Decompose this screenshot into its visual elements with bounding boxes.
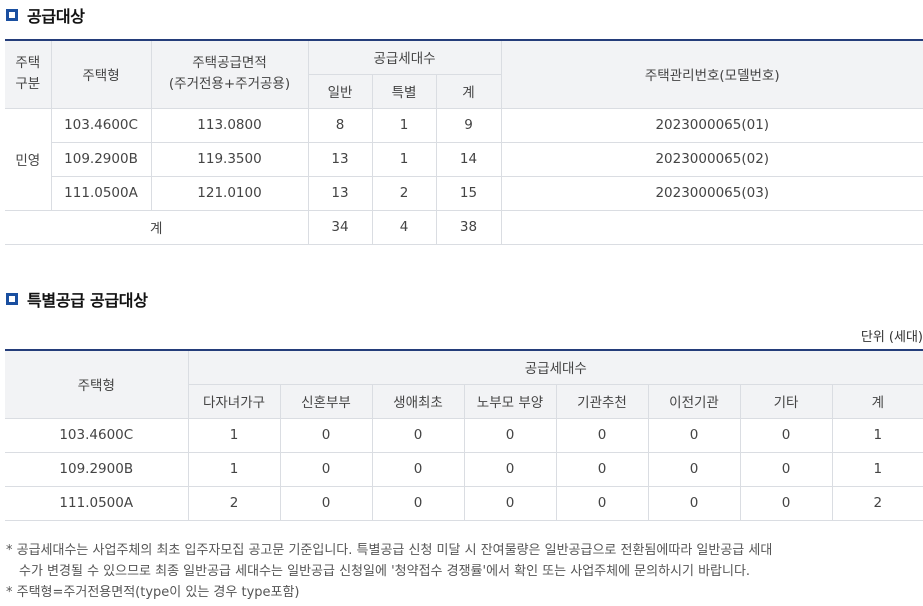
cell-management-number: 2023000065(02) xyxy=(500,141,923,177)
sum-label: 계 xyxy=(5,209,309,245)
table-row: 111.0500A 2 0 0 0 0 0 0 2 xyxy=(5,485,923,521)
cell-value: 1 xyxy=(187,417,281,453)
cell-value: 0 xyxy=(371,417,465,453)
header-type-group: 주택 구분 xyxy=(5,39,52,109)
cell-value: 0 xyxy=(371,485,465,521)
cell-value: 0 xyxy=(279,485,373,521)
cell-value: 0 xyxy=(463,485,557,521)
sum-general: 34 xyxy=(307,209,373,245)
cell-management-number: 2023000065(03) xyxy=(500,175,923,211)
cell-value: 0 xyxy=(739,485,833,521)
cell-value: 0 xyxy=(739,451,833,487)
special-supply-table: 주택형 공급세대수 다자녀가구 신혼부부 생애최초 노부모 부양 기관추천 이전… xyxy=(5,349,923,521)
section-title-special-supply: 특별공급 공급대상 xyxy=(6,288,148,310)
supply-target-table: 주택 구분 주택형 주택공급면적 (주거전용+주거공용) 공급세대수 주택관리번… xyxy=(5,39,923,245)
cell-value: 0 xyxy=(279,417,373,453)
footnotes: * 공급세대수는 사업주체의 최초 입주자모집 공고문 기준입니다. 특별공급 … xyxy=(6,540,918,603)
section-title-text: 공급대상 xyxy=(27,7,85,26)
group-label-private: 민영 xyxy=(5,107,52,211)
section-title-text: 특별공급 공급대상 xyxy=(27,291,148,310)
cell-house-type: 109.2900B xyxy=(5,451,189,487)
header-supply-count: 공급세대수 xyxy=(307,39,502,75)
footnote-line: * 주택형=주거전용면적(type이 있는 경우 type포함) xyxy=(6,585,300,600)
cell-value: 2 xyxy=(187,485,281,521)
table-row: 민영 103.4600C 113.0800 8 1 9 2023000065(0… xyxy=(5,107,923,211)
footnote-line: 수가 변경될 수 있으므로 최종 일반공급 세대수는 일반공급 신청일에 '청약… xyxy=(19,564,751,579)
header-total: 계 xyxy=(831,383,923,419)
cell-value: 1 xyxy=(831,451,923,487)
table-row: 109.2900B 119.3500 13 1 14 2023000065(02… xyxy=(5,141,923,177)
cell-total: 15 xyxy=(435,175,502,211)
table-row: 109.2900B 1 0 0 0 0 0 0 1 xyxy=(5,451,923,487)
cell-house-type: 103.4600C xyxy=(5,417,189,453)
cell-house-type: 111.0500A xyxy=(5,485,189,521)
square-bullet-icon xyxy=(6,293,18,305)
footnote-line: * 공급세대수는 사업주체의 최초 입주자모집 공고문 기준입니다. 특별공급 … xyxy=(6,543,773,558)
header-general: 일반 xyxy=(308,73,373,109)
cell-total: 9 xyxy=(435,107,502,143)
cell-area: 113.0800 xyxy=(150,107,309,143)
cell-value: 1 xyxy=(831,417,923,453)
cell-value: 2 xyxy=(831,485,923,521)
header-institution: 기관추천 xyxy=(555,383,649,419)
table-row: 103.4600C 1 0 0 0 0 0 0 1 xyxy=(5,417,923,453)
cell-value: 1 xyxy=(187,451,281,487)
cell-area: 119.3500 xyxy=(150,141,309,177)
cell-value: 0 xyxy=(463,451,557,487)
cell-general: 13 xyxy=(307,141,373,177)
cell-special: 2 xyxy=(371,175,437,211)
header-supply-area: 주택공급면적 (주거전용+주거공용) xyxy=(150,39,309,109)
cell-general: 13 xyxy=(307,175,373,211)
unit-label: 단위 (세대) xyxy=(860,330,923,345)
cell-value: 0 xyxy=(463,417,557,453)
cell-value: 0 xyxy=(555,485,649,521)
header-newlywed: 신혼부부 xyxy=(279,383,373,419)
sum-management-number xyxy=(500,209,923,245)
sum-special: 4 xyxy=(371,209,437,245)
cell-value: 0 xyxy=(279,451,373,487)
cell-special: 1 xyxy=(371,107,437,143)
cell-area: 121.0100 xyxy=(150,175,309,211)
cell-special: 1 xyxy=(371,141,437,177)
header-supply-count: 공급세대수 xyxy=(187,349,923,385)
cell-value: 0 xyxy=(647,417,741,453)
cell-value: 0 xyxy=(555,451,649,487)
header-total: 계 xyxy=(435,73,502,109)
cell-value: 0 xyxy=(739,417,833,453)
table-row-sum: 계 34 4 38 xyxy=(5,209,923,245)
header-house-type: 주택형 xyxy=(5,349,189,419)
square-bullet-icon xyxy=(6,9,18,21)
header-relocated-agency: 이전기관 xyxy=(647,383,741,419)
cell-general: 8 xyxy=(307,107,373,143)
cell-total: 14 xyxy=(435,141,502,177)
cell-value: 0 xyxy=(647,451,741,487)
section-title-supply: 공급대상 xyxy=(6,4,85,26)
header-first-time: 생애최초 xyxy=(371,383,465,419)
header-multi-child: 다자녀가구 xyxy=(188,383,281,419)
header-elderly-parent: 노부모 부양 xyxy=(463,383,557,419)
cell-house-type: 109.2900B xyxy=(51,141,152,177)
header-other: 기타 xyxy=(739,383,833,419)
sum-total: 38 xyxy=(435,209,502,245)
cell-management-number: 2023000065(01) xyxy=(500,107,923,143)
cell-value: 0 xyxy=(371,451,465,487)
header-management-number: 주택관리번호(모델번호) xyxy=(500,39,923,109)
cell-house-type: 111.0500A xyxy=(51,175,152,211)
cell-value: 0 xyxy=(555,417,649,453)
header-house-type: 주택형 xyxy=(50,39,152,109)
cell-value: 0 xyxy=(647,485,741,521)
header-special: 특별 xyxy=(371,73,437,109)
table-row: 111.0500A 121.0100 13 2 15 2023000065(03… xyxy=(5,175,923,211)
cell-house-type: 103.4600C xyxy=(50,107,152,143)
